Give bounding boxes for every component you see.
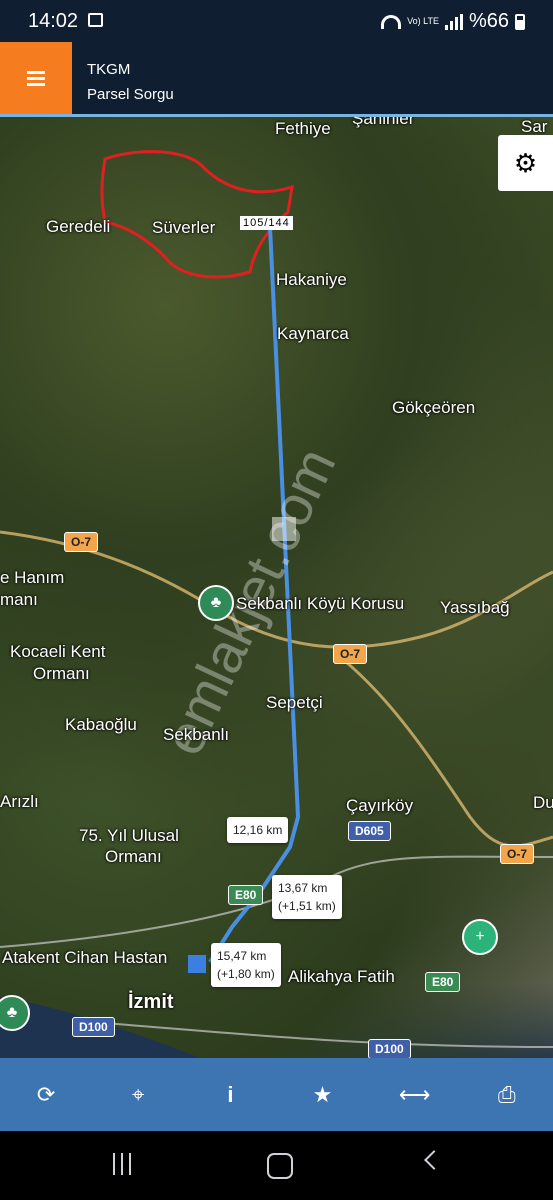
refresh-button[interactable]: ⟳ <box>23 1072 69 1118</box>
place-label: Sar <box>521 117 548 136</box>
place-label: Alikahya Fatih <box>288 967 395 986</box>
distance-label: 13,67 km (+1,51 km) <box>272 875 342 919</box>
wifi-icon <box>381 14 402 29</box>
road-shield: O-7 <box>500 844 535 864</box>
place-label: Şahinler <box>352 117 415 128</box>
road-shield: E80 <box>228 885 264 905</box>
place-label: Sekbanlı Köyü Korusu <box>236 594 405 613</box>
app-bar: TKGM Parsel Sorgu <box>0 42 553 114</box>
distance-label: 12,16 km <box>227 817 289 843</box>
distance-increment: (+1,51 km) <box>278 899 336 913</box>
place-label: 75. Yıl Ulusal <box>79 826 179 845</box>
road-shield: O-7 <box>64 532 99 552</box>
road-shield: D100 <box>368 1039 411 1058</box>
place-label: Atakent Cihan Hastan <box>2 948 168 967</box>
battery-percent: %66 <box>468 10 509 32</box>
place-label: Kocaeli Kent <box>10 642 106 661</box>
app-title: TKGM <box>87 61 131 78</box>
road-shield: O-7 <box>333 644 368 664</box>
menu-button[interactable] <box>0 42 72 114</box>
status-time: 14:02 <box>28 10 79 32</box>
signal-icon <box>444 13 463 30</box>
back-button[interactable] <box>424 1150 444 1170</box>
map-view[interactable]: emlakjet.com Fethiye Şahinler Sar Gerede… <box>0 117 553 1058</box>
road-shield: E80 <box>425 972 461 992</box>
place-label: Çayırköy <box>346 796 414 815</box>
info-icon: i <box>227 1081 234 1107</box>
settings-button[interactable]: ⚙ <box>498 135 553 191</box>
star-icon: ★ <box>312 1081 333 1107</box>
place-label: Arızlı <box>0 792 39 811</box>
volte-icon: Vo) LTE <box>407 16 439 26</box>
place-label: Geredeli <box>46 217 111 236</box>
status-bar: 14:02 Vo) LTE %66 <box>0 0 553 42</box>
image-notification-icon <box>88 13 103 27</box>
distance-label: 15,47 km (+1,80 km) <box>211 943 281 987</box>
locate-icon: ⌖ <box>132 1081 145 1107</box>
place-label: Hakaniye <box>276 270 347 289</box>
hamburger-icon <box>27 71 45 74</box>
place-label: Kaynarca <box>277 324 349 343</box>
place-label: Gökçeören <box>392 398 476 417</box>
place-label: İzmit <box>128 991 174 1013</box>
place-label: Kabaoğlu <box>65 715 137 734</box>
print-icon: ⎙ <box>498 1081 516 1107</box>
place-label: manı <box>0 590 38 609</box>
refresh-icon: ⟳ <box>36 1081 56 1107</box>
favorite-button[interactable]: ★ <box>300 1072 346 1118</box>
print-button[interactable]: ⎙ <box>484 1072 530 1118</box>
route-end-marker[interactable] <box>188 955 206 973</box>
place-label: Du <box>533 793 553 812</box>
place-label: Ormanı <box>105 847 162 866</box>
status-icons: Vo) LTE %66 <box>381 10 525 33</box>
gear-icon: ⚙ <box>513 147 538 178</box>
park-icon[interactable]: ♣ <box>198 585 234 621</box>
home-button[interactable] <box>267 1153 293 1179</box>
measure-icon: ⟷ <box>398 1081 431 1107</box>
distance-total: 12,16 km <box>233 823 283 837</box>
battery-icon <box>515 13 525 30</box>
place-label: Fethiye <box>275 119 331 138</box>
app-subtitle: Parsel Sorgu <box>87 86 174 103</box>
system-nav-bar <box>0 1131 553 1200</box>
locate-button[interactable]: ⌖ <box>115 1072 161 1118</box>
distance-increment: (+1,80 km) <box>217 967 275 981</box>
recent-apps-button[interactable] <box>113 1153 131 1175</box>
distance-total: 13,67 km <box>278 881 328 895</box>
place-label: Süverler <box>152 218 216 237</box>
place-label: e Hanım <box>0 568 65 587</box>
bottom-toolbar: ⟳ ⌖ i ★ ⟷ ⎙ <box>0 1058 553 1131</box>
road-shield: D100 <box>72 1017 115 1037</box>
parcel-boundary <box>100 150 294 279</box>
measure-button[interactable]: ⟷ <box>392 1072 438 1118</box>
info-button[interactable]: i <box>207 1072 253 1118</box>
distance-total: 15,47 km <box>217 949 267 963</box>
medical-icon[interactable]: + <box>462 919 498 955</box>
place-label: Sepetçi <box>266 693 323 712</box>
place-label: Sekbanlı <box>163 725 230 744</box>
parcel-label[interactable]: 105/144 <box>240 216 293 230</box>
place-label: Yassıbağ <box>440 598 510 617</box>
road-shield: D605 <box>348 821 391 841</box>
place-label: Ormanı <box>33 664 90 683</box>
